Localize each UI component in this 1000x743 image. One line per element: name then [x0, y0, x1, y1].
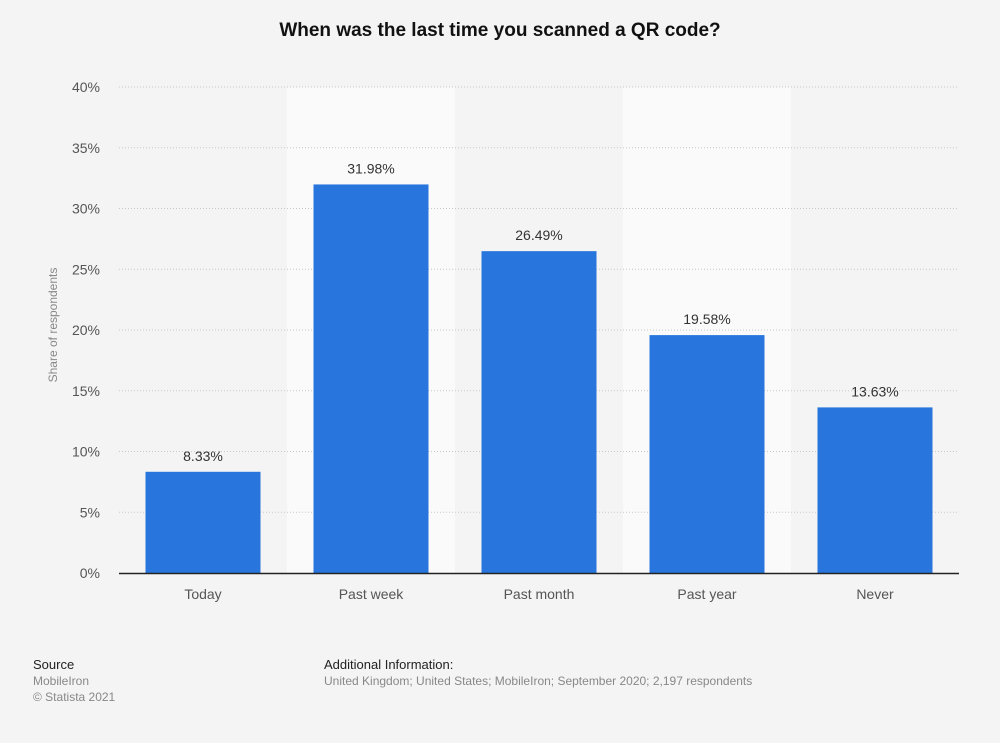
bar[interactable] [313, 184, 429, 573]
x-axis-labels: Today Past week Past month Past year Never [184, 586, 894, 602]
bar[interactable] [817, 407, 933, 573]
y-tick-label: 0% [80, 565, 100, 581]
bar[interactable] [649, 335, 765, 573]
x-tick-label: Past month [504, 586, 575, 602]
x-tick-label: Never [856, 586, 894, 602]
bar[interactable] [481, 251, 597, 574]
data-label: 19.58% [683, 311, 730, 327]
y-tick-label: 25% [72, 261, 100, 277]
y-tick-label: 5% [80, 504, 100, 520]
data-label: 26.49% [515, 227, 562, 243]
data-label: 13.63% [851, 383, 898, 399]
x-tick-label: Today [184, 586, 221, 602]
y-tick-label: 40% [72, 79, 100, 95]
x-tick-label: Past week [339, 586, 405, 602]
copyright: © Statista 2021 [33, 690, 116, 704]
y-tick-label: 30% [72, 201, 100, 217]
bar-chart: 0% 5% 10% 15% 20% 25% 30% 35% 40% 8.33% 31.98% 26.… [46, 79, 959, 602]
y-tick-label: 10% [72, 444, 100, 460]
source-name[interactable]: MobileIron [33, 673, 115, 689]
y-axis-title: Share of respondents [46, 268, 60, 383]
source-heading: Source [33, 657, 75, 672]
additional-info-block: Additional Information: United Kingdom; … [324, 657, 752, 689]
x-tick-label: Past year [677, 586, 736, 602]
source-block: Source MobileIron © Statista 2021 [33, 657, 115, 705]
data-label: 8.33% [183, 448, 223, 464]
data-label: 31.98% [347, 160, 394, 176]
bar[interactable] [145, 471, 261, 573]
additional-info-text: United Kingdom; United States; MobileIro… [324, 674, 753, 688]
y-tick-label: 15% [72, 383, 100, 399]
y-tick-label: 35% [72, 140, 100, 156]
y-tick-label: 20% [72, 322, 100, 338]
additional-info-heading: Additional Information: [324, 657, 454, 672]
y-axis-ticks: 0% 5% 10% 15% 20% 25% 30% 35% 40% [72, 79, 100, 581]
